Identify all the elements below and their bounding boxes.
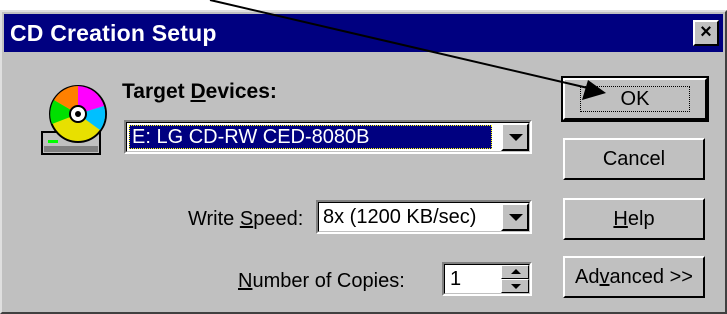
advanced-button[interactable]: Advanced >> <box>563 256 705 298</box>
ok-button-label: OK <box>579 86 691 112</box>
copies-label: Number of Copies: <box>238 270 405 292</box>
copies-value[interactable]: 1 <box>450 267 461 291</box>
target-device-select[interactable]: E: LG CD-RW CED-8080B <box>124 120 532 154</box>
write-speed-label: Write Speed: <box>188 208 304 230</box>
help-button[interactable]: Help <box>563 198 705 240</box>
chevron-down-icon <box>509 134 523 141</box>
close-icon: × <box>700 21 712 43</box>
cd-drive-icon <box>41 85 107 155</box>
cd-creation-setup-dialog: CD Creation Setup × Target Devices: E: L… <box>0 10 727 314</box>
chevron-down-icon <box>509 214 523 221</box>
cancel-button[interactable]: Cancel <box>563 138 705 180</box>
target-devices-label: Target Devices: <box>122 80 277 103</box>
dialog-title: CD Creation Setup <box>10 20 217 46</box>
close-button[interactable]: × <box>693 20 719 46</box>
arrow-down-icon <box>511 284 521 289</box>
title-bar: CD Creation Setup × <box>4 14 723 52</box>
write-speed-value: 8x (1200 KB/sec) <box>323 206 477 228</box>
copies-spin-buttons <box>501 265 529 293</box>
copies-stepper[interactable]: 1 <box>442 262 532 296</box>
increment-button[interactable] <box>501 265 529 279</box>
write-speed-dropdown-button[interactable] <box>501 203 529 231</box>
decrement-button[interactable] <box>501 279 529 293</box>
cancel-button-label: Cancel <box>602 148 666 170</box>
ok-button[interactable]: OK <box>561 76 709 122</box>
target-device-dropdown-button[interactable] <box>501 123 529 151</box>
write-speed-select[interactable]: 8x (1200 KB/sec) <box>316 200 532 234</box>
target-device-value: E: LG CD-RW CED-8080B <box>129 125 492 149</box>
arrow-up-icon <box>511 269 521 274</box>
